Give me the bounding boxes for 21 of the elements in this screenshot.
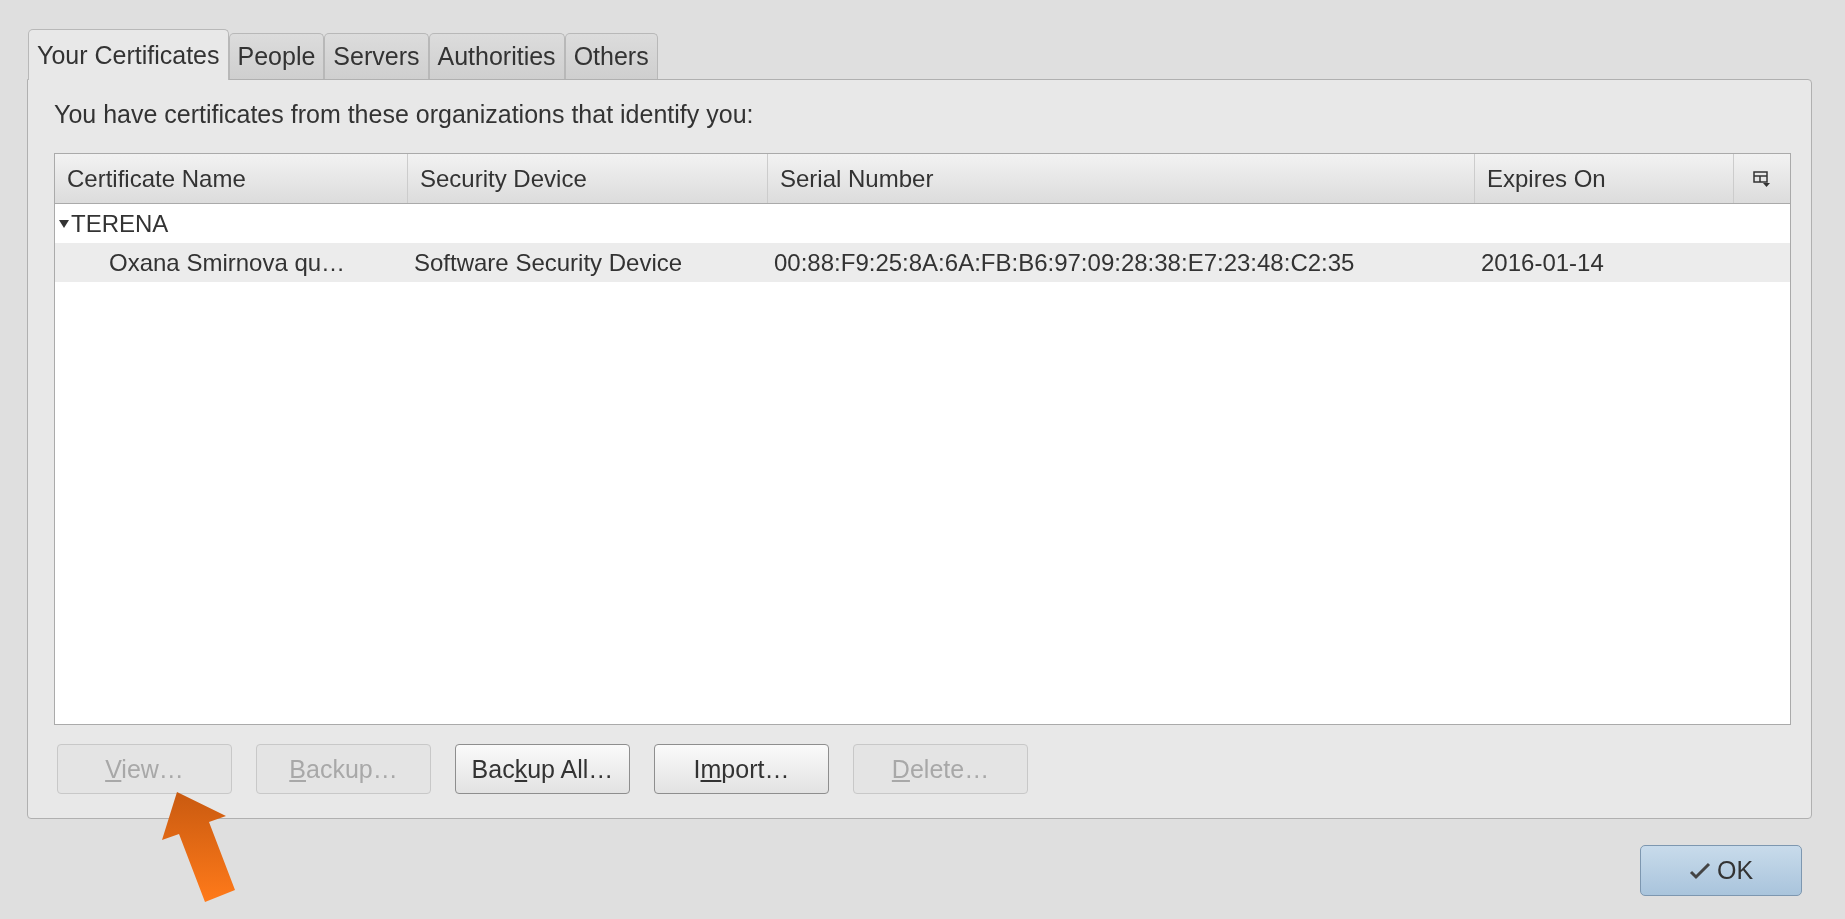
column-header[interactable]: Expires On [1475,154,1734,203]
action-button[interactable]: Backup All… [455,744,630,794]
expander-icon[interactable] [59,218,69,229]
table-cell-text: Oxana Smirnova qu… [108,248,347,277]
action-button[interactable]: Import… [654,744,829,794]
group-name: TERENA [71,209,169,238]
table-cell-text: 2016-01-14 [1480,248,1605,277]
tab[interactable]: Authorities [428,33,565,79]
check-icon [1688,861,1711,880]
intro-text: You have certificates from these organizations that identify you: [54,100,755,130]
table-cell-text: Software Security Device [413,248,684,277]
column-header[interactable]: Security Device [408,154,768,203]
ok-button[interactable]: OK [1640,845,1802,896]
tab[interactable]: Others [564,33,658,79]
tab[interactable]: Your Certificates [28,29,229,80]
tab[interactable]: People [228,33,325,79]
column-header[interactable]: Certificate Name [55,154,408,203]
column-header[interactable]: Serial Number [768,154,1475,203]
table-cell-text: 00:88:F9:25:8A:6A:FB:B6:97:09:28:38:E7:23:48:C2:35 [773,248,1356,277]
tab[interactable]: Servers [324,33,429,79]
column-picker-icon[interactable] [1753,169,1771,188]
